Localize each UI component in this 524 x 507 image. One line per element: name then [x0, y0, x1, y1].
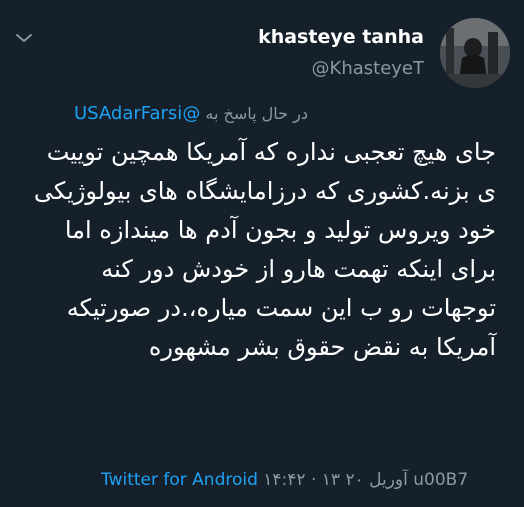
timestamp[interactable]: ۱۴:۴۲ · ۱۳ آوریل ۲۰ u00B7 [263, 470, 468, 490]
tweet-text: جای هیچ تعجبی نداره که آمریکا همچین تویی… [33, 138, 496, 361]
replying-to: در حال پاسخ به @USAdarFarsi [74, 103, 308, 124]
avatar[interactable] [440, 18, 510, 88]
tweet-meta: Twitter for Android ۱۴:۴۲ · ۱۳ آوریل ۲۰ … [101, 470, 468, 490]
source-link[interactable]: Twitter for Android [101, 470, 258, 490]
display-name[interactable]: khasteye tanha [258, 26, 424, 48]
user-handle[interactable]: @KhasteyeT [312, 58, 424, 79]
tweet-card: khasteye tanha @KhasteyeT در حال پاسخ به… [0, 0, 524, 507]
mention-link[interactable]: @USAdarFarsi [74, 103, 200, 124]
replying-to-label: در حال پاسخ به [205, 104, 308, 123]
chevron-down-icon[interactable] [14, 30, 34, 46]
